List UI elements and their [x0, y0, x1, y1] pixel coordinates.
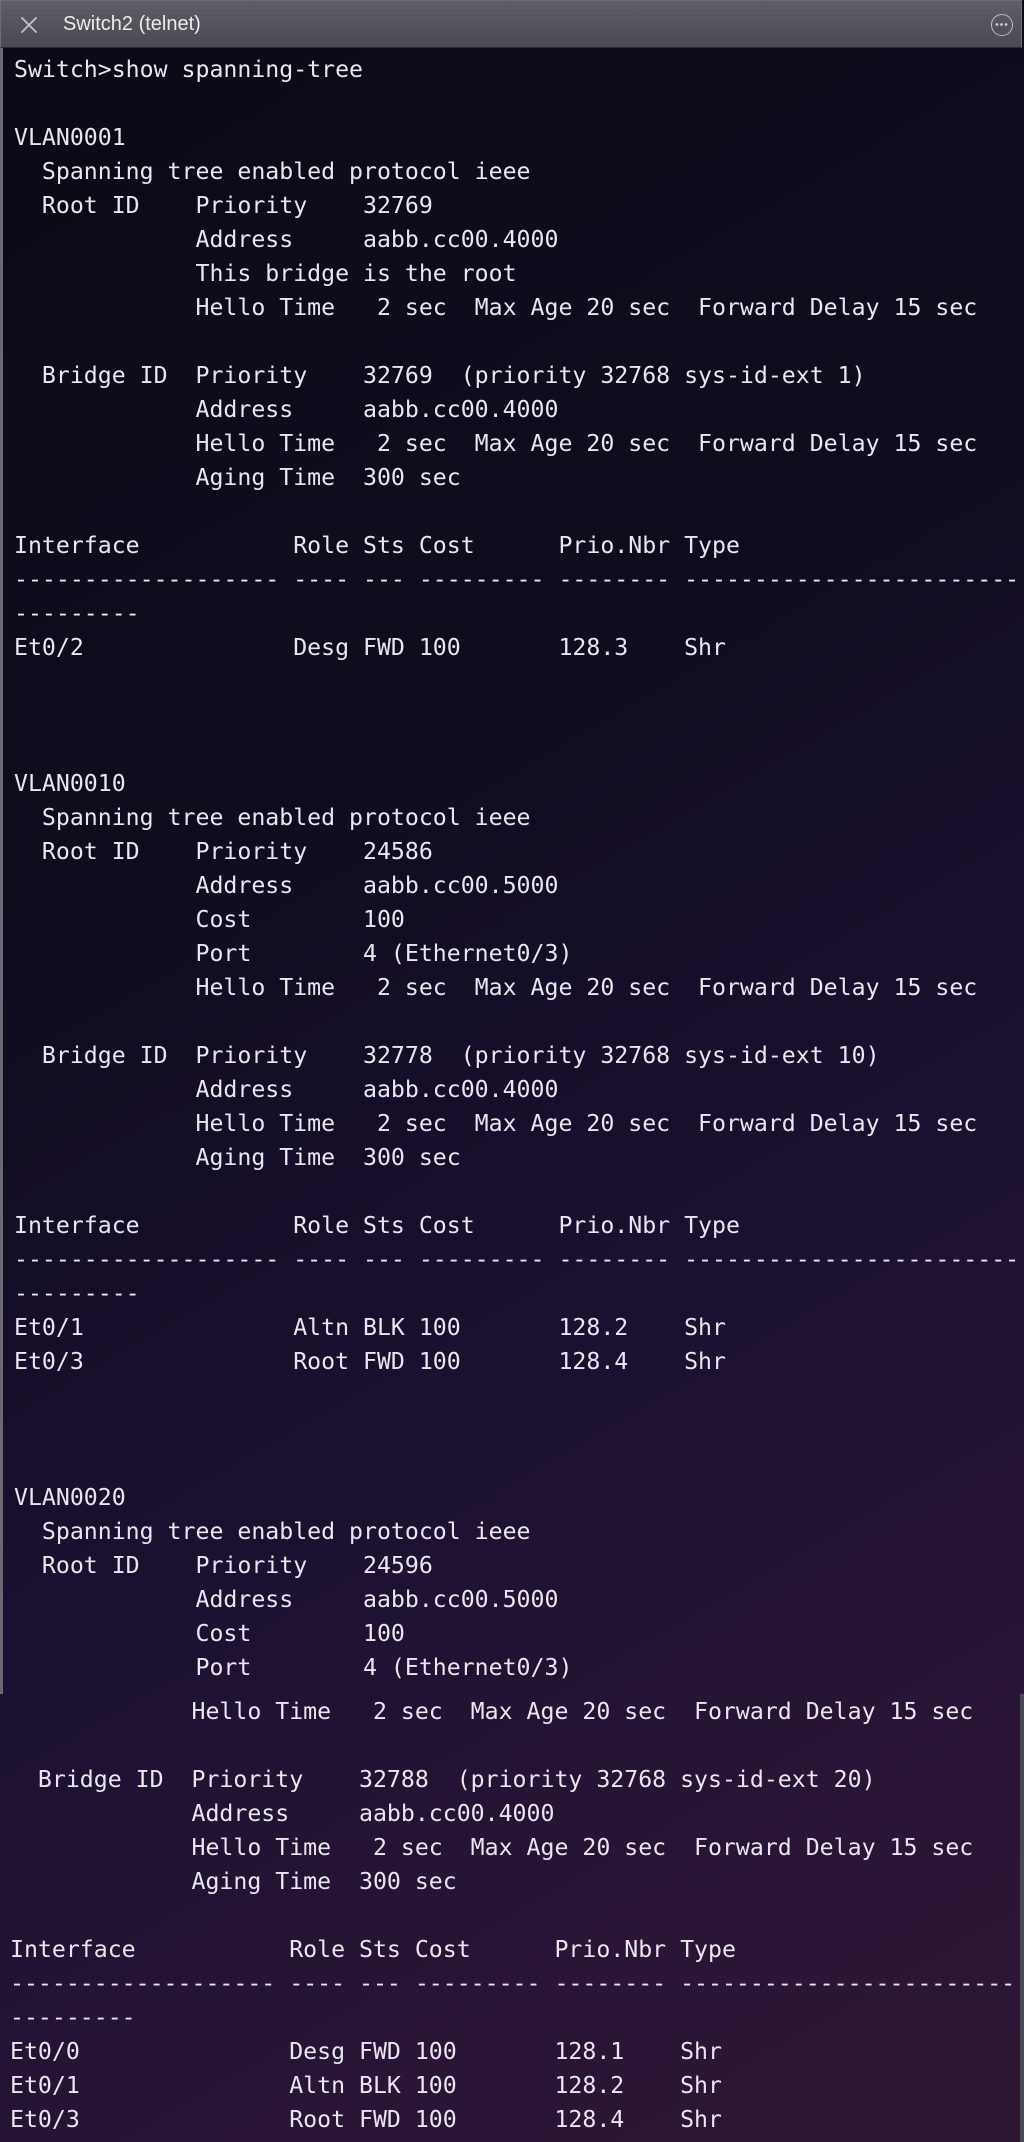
terminal-line: Address aabb.cc00.5000 — [14, 1586, 559, 1613]
terminal-window: Switch2 (telnet) Switch>show spanning-tr… — [0, 0, 1024, 2142]
terminal-line: Interface Role Sts Cost Prio.Nbr Type — [14, 532, 740, 559]
terminal-line: Hello Time 2 sec Max Age 20 sec Forward … — [14, 1110, 978, 1137]
terminal-line: Et0/3 Root FWD 100 128.4 Shr — [14, 1348, 726, 1375]
terminal-line: Switch>show spanning-tree — [14, 56, 364, 83]
terminal-output[interactable]: Switch>show spanning-tree VLAN0001 Spann… — [14, 53, 1019, 1685]
terminal-line: ------------------- ---- --- --------- -… — [14, 1246, 1020, 1273]
terminal-line: Et0/2 Desg FWD 100 128.3 Shr — [14, 634, 726, 661]
terminal-line: --------- — [14, 1280, 140, 1307]
terminal-line: Hello Time 2 sec Max Age 20 sec Forward … — [10, 1698, 974, 1725]
terminal-line: Et0/1 Altn BLK 100 128.2 Shr — [10, 2072, 722, 2099]
more-icon[interactable] — [991, 14, 1013, 36]
terminal-line: Aging Time 300 sec — [14, 1144, 461, 1171]
terminal-line: Address aabb.cc00.5000 — [14, 872, 559, 899]
terminal-line: Root ID Priority 24596 — [14, 1552, 433, 1579]
terminal-line: Spanning tree enabled protocol ieee — [14, 158, 531, 185]
terminal-line: Hello Time 2 sec Max Age 20 sec Forward … — [10, 1834, 974, 1861]
terminal-line: Cost 100 — [14, 906, 405, 933]
close-icon[interactable] — [19, 15, 39, 35]
title-bar: Switch2 (telnet) — [0, 0, 1022, 48]
terminal-line: Port 4 (Ethernet0/3) — [14, 1654, 573, 1681]
terminal-line: Address aabb.cc00.4000 — [14, 226, 559, 253]
terminal-line: Et0/0 Desg FWD 100 128.1 Shr — [10, 2038, 722, 2065]
terminal-line: Root ID Priority 32769 — [14, 192, 433, 219]
terminal-line: Aging Time 300 sec — [14, 464, 461, 491]
terminal-line: ------------------- ---- --- --------- -… — [14, 566, 1020, 593]
terminal-line: Aging Time 300 sec — [10, 1868, 457, 1895]
terminal-line: Interface Role Sts Cost Prio.Nbr Type — [10, 1936, 736, 1963]
terminal-line: Et0/3 Root FWD 100 128.4 Shr — [10, 2106, 722, 2133]
terminal-line: Address aabb.cc00.4000 — [10, 1800, 555, 1827]
terminal-line: Cost 100 — [14, 1620, 405, 1647]
terminal-line: VLAN0010 — [14, 770, 126, 797]
terminal-line: Root ID Priority 24586 — [14, 838, 433, 865]
terminal-line: Spanning tree enabled protocol ieee — [14, 804, 531, 831]
terminal-line: Port 4 (Ethernet0/3) — [14, 940, 573, 967]
terminal-line: --------- — [10, 2004, 136, 2031]
terminal-line: Hello Time 2 sec Max Age 20 sec Forward … — [14, 430, 978, 457]
terminal-line: Hello Time 2 sec Max Age 20 sec Forward … — [14, 294, 978, 321]
terminal-line: This bridge is the root — [14, 260, 517, 287]
terminal-line: --------- — [14, 600, 140, 627]
terminal-line: Spanning tree enabled protocol ieee — [14, 1518, 531, 1545]
window-border — [0, 48, 3, 1694]
window-title: Switch2 (telnet) — [63, 13, 201, 35]
terminal-line: Address aabb.cc00.4000 — [14, 1076, 559, 1103]
terminal-line: VLAN0020 — [14, 1484, 126, 1511]
terminal-line: Hello Time 2 sec Max Age 20 sec Forward … — [14, 974, 978, 1001]
terminal-line: Bridge ID Priority 32788 (priority 32768… — [10, 1766, 876, 1793]
terminal-line: VLAN0001 — [14, 124, 126, 151]
terminal-line: Bridge ID Priority 32769 (priority 32768… — [14, 362, 866, 389]
terminal-line: Address aabb.cc00.4000 — [14, 396, 559, 423]
terminal-line: Et0/1 Altn BLK 100 128.2 Shr — [14, 1314, 726, 1341]
terminal-line: Interface Role Sts Cost Prio.Nbr Type — [14, 1212, 740, 1239]
terminal-line: ------------------- ---- --- --------- -… — [10, 1970, 1016, 1997]
terminal-output-continued[interactable]: Hello Time 2 sec Max Age 20 sec Forward … — [10, 1695, 1015, 2137]
window-border — [1020, 1694, 1024, 2142]
terminal-line: Bridge ID Priority 32778 (priority 32768… — [14, 1042, 880, 1069]
